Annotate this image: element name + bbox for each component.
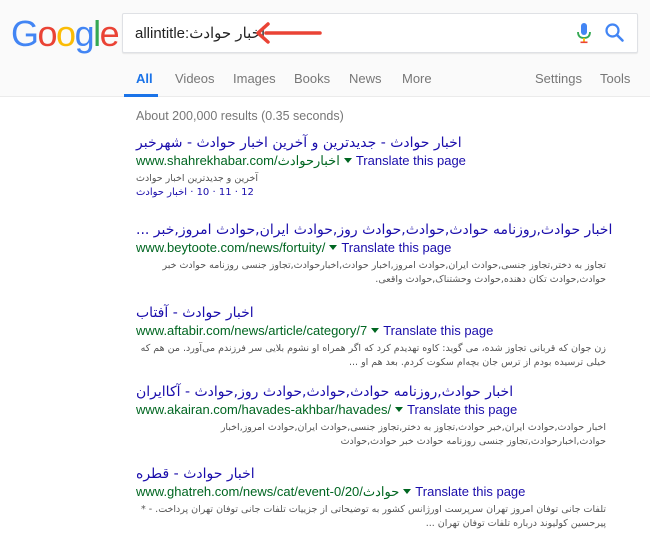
dropdown-caret-icon[interactable] [371,328,380,334]
search-result: اخبار حوادث - آفتاب www.aftabir.com/news… [136,305,616,369]
result-snippet: اخبار حوادث,حوادث ایران,خبر حوادث,تجاوز … [220,422,606,447]
result-url-row: www.beytoote.com/news/fortuity/Translate… [136,240,616,257]
search-result: اخبار حوادث,روزنامه حوادث,حوادث,حوادث رو… [136,222,616,286]
microphone-icon[interactable] [575,22,593,44]
result-snippet: تجاوز به دختر,تجاوز جنسی,حوادث ایران,حوا… [162,260,606,285]
tab-news[interactable]: News [349,71,382,86]
tab-images[interactable]: Images [233,71,276,86]
translate-link[interactable]: Translate this page [407,402,517,417]
dropdown-caret-icon[interactable] [395,407,404,413]
result-snippet: زن جوان که قربانی تجاوز شده، می گوید: کا… [140,343,606,368]
translate-link[interactable]: Translate this page [415,484,525,499]
translate-link[interactable]: Translate this page [356,153,466,168]
logo-letter: G [11,13,39,54]
red-arrow-icon [256,22,322,44]
result-url: www.akairan.com/havades-akhbar/havades/ [136,402,392,417]
search-box[interactable]: allintitle:اخبار حوادث [122,13,638,53]
result-sitelinks[interactable]: 12 · 11 · 10 · اخبار حوادث [136,186,616,199]
translate-link[interactable]: Translate this page [383,323,493,338]
search-result: اخبار حوادث - جدیدترین و آخرین اخبار حوا… [136,135,616,199]
result-url: www.aftabir.com/news/article/category/7 [136,323,368,338]
search-header: Google allintitle:اخبار حوادث All Videos… [0,0,650,97]
search-result: اخبار حوادث - قطره www.ghatreh.com/news/… [136,466,616,530]
logo-letter: e [99,13,120,54]
dropdown-caret-icon[interactable] [343,158,352,164]
result-title[interactable]: اخبار حوادث,روزنامه حوادث,حوادث,حوادث رو… [136,222,616,238]
result-url-row: www.ghatreh.com/news/cat/event-0/20/حواد… [136,484,616,501]
result-snippet: آخرین و جدیدترین اخبار حوادث [136,173,259,184]
result-url-row: www.shahrekhabar.com/اخبارحوادث Translate… [136,153,616,170]
search-result: اخبار حوادث,روزنامه حوادث,حوادث,حوادث رو… [136,384,616,448]
dropdown-caret-icon[interactable] [403,489,412,495]
dropdown-caret-icon[interactable] [329,245,338,251]
result-title[interactable]: اخبار حوادث - آفتاب [136,305,616,321]
active-tab-indicator [124,94,158,97]
result-title[interactable]: اخبار حوادث - جدیدترین و آخرین اخبار حوا… [136,135,616,151]
result-stats: About 200,000 results (0.35 seconds) [136,109,344,123]
result-url: www.ghatreh.com/news/cat/event-0/20/حواد… [136,484,400,499]
tab-tools[interactable]: Tools [600,71,630,86]
tab-settings[interactable]: Settings [535,71,582,86]
result-url: www.shahrekhabar.com/اخبارحوادث [136,153,340,168]
translate-link[interactable]: Translate this page [341,240,451,255]
search-icon[interactable] [600,18,630,48]
tab-more[interactable]: More [402,71,432,86]
tab-videos[interactable]: Videos [175,71,215,86]
tab-all[interactable]: All [136,71,153,86]
result-title[interactable]: اخبار حوادث - قطره [136,466,616,482]
result-url-row: www.akairan.com/havades-akhbar/havades/T… [136,402,616,419]
result-title[interactable]: اخبار حوادث,روزنامه حوادث,حوادث,حوادث رو… [136,384,616,400]
result-url-row: www.aftabir.com/news/article/category/7 T… [136,323,616,340]
search-tabs: All Videos Images Books News More Settin… [0,66,650,97]
result-snippet: تلفات جانی توفان امروز تهران سرپرست اورژ… [140,504,606,529]
logo-letter: g [74,13,95,54]
tab-books[interactable]: Books [294,71,330,86]
logo-letter: o [56,13,76,54]
result-url: www.beytoote.com/news/fortuity/ [136,240,326,255]
google-logo[interactable]: Google [11,13,120,54]
logo-letter: o [37,13,58,54]
